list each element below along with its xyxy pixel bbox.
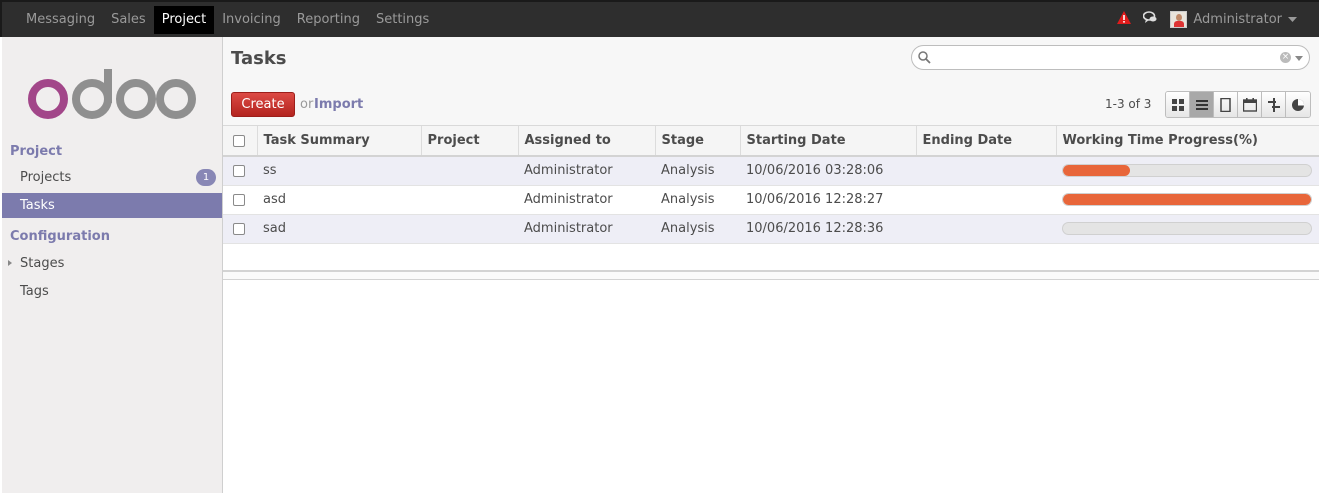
warning-icon[interactable] <box>1117 11 1132 28</box>
select-all-header <box>223 126 258 157</box>
section-project: Project <box>10 144 63 159</box>
sidebar-item-label: Tasks <box>20 198 55 213</box>
sidebar-item-label: Tags <box>20 284 49 299</box>
cell-stage: Analysis <box>655 156 740 186</box>
user-name: Administrator <box>1193 12 1282 27</box>
view-switcher <box>1165 91 1311 118</box>
caret-right-icon <box>8 260 12 266</box>
cell-progress <box>1056 156 1319 186</box>
cell-project <box>421 185 518 215</box>
search-icon <box>918 51 931 68</box>
list-view-button[interactable] <box>1190 92 1214 117</box>
sidebar-item-stages[interactable]: Stages <box>2 251 222 276</box>
menu-messaging[interactable]: Messaging <box>18 6 103 34</box>
column-header[interactable]: Stage <box>655 126 741 157</box>
cell-ending-date <box>916 156 1056 186</box>
top-menu: Messaging Sales Project Invoicing Report… <box>18 6 437 34</box>
form-icon <box>1219 97 1231 112</box>
progress-bar <box>1062 164 1312 178</box>
search-options-icon[interactable] <box>1295 56 1303 61</box>
column-header[interactable]: Working Time Progress(%) <box>1056 126 1319 157</box>
cell-assigned-to: Administrator <box>518 185 655 215</box>
user-menu[interactable]: Administrator <box>1170 11 1297 28</box>
menu-sales[interactable]: Sales <box>103 6 154 34</box>
menu-project[interactable]: Project <box>153 6 215 34</box>
table-row[interactable]: ss Administrator Analysis 10/06/2016 03:… <box>223 156 1319 186</box>
cell-progress <box>1056 185 1319 215</box>
table-footer <box>223 270 1319 280</box>
cell-starting-date: 10/06/2016 12:28:36 <box>740 214 916 244</box>
section-configuration: Configuration <box>10 229 110 244</box>
page-title: Tasks <box>231 48 287 69</box>
row-checkbox[interactable] <box>233 193 245 206</box>
table-header-row: Task Summary Project Assigned to Stage S… <box>223 126 1319 157</box>
cell-starting-date: 10/06/2016 12:28:27 <box>740 185 916 215</box>
column-header[interactable]: Ending Date <box>916 126 1057 157</box>
progress-fill <box>1063 165 1130 177</box>
left-sidebar: Project Projects 1 Tasks Configuration S… <box>2 37 223 493</box>
menu-reporting[interactable]: Reporting <box>289 6 368 34</box>
control-panel: Tasks × Create or Import 1-3 of 3 <box>223 37 1319 126</box>
topbar-right: Administrator <box>1117 2 1297 37</box>
column-header[interactable]: Starting Date <box>740 126 917 157</box>
progress-bar <box>1062 193 1312 206</box>
table-row[interactable]: asd Administrator Analysis 10/06/2016 12… <box>223 185 1319 215</box>
clear-search-icon[interactable]: × <box>1280 52 1291 63</box>
pager-value[interactable]: 1-3 of 3 <box>1105 97 1151 111</box>
cell-progress <box>1056 214 1319 244</box>
sidebar-item-label: Stages <box>20 256 65 271</box>
menu-invoicing[interactable]: Invoicing <box>214 6 289 34</box>
pie-chart-icon <box>1292 98 1304 111</box>
list-icon <box>1195 99 1208 110</box>
calendar-view-button[interactable] <box>1238 92 1262 117</box>
row-checkbox[interactable] <box>233 222 245 235</box>
cell-task-summary: sad <box>257 214 421 244</box>
cell-ending-date <box>916 185 1056 215</box>
form-view-button[interactable] <box>1214 92 1238 117</box>
cell-starting-date: 10/06/2016 03:28:06 <box>740 156 916 186</box>
gantt-icon <box>1267 97 1280 112</box>
cell-stage: Analysis <box>655 185 740 215</box>
top-navbar: Messaging Sales Project Invoicing Report… <box>0 0 1319 37</box>
cell-assigned-to: Administrator <box>518 156 655 186</box>
chevron-down-icon <box>1288 12 1297 27</box>
progress-bar <box>1062 222 1312 235</box>
odoo-logo[interactable] <box>28 69 198 123</box>
column-header[interactable]: Task Summary <box>257 126 422 157</box>
tasks-table: Task Summary Project Assigned to Stage S… <box>223 126 1319 244</box>
projects-count-badge: 1 <box>196 169 216 186</box>
cell-project <box>421 156 518 186</box>
menu-settings[interactable]: Settings <box>368 6 437 34</box>
search-input[interactable]: × <box>911 45 1310 70</box>
calendar-icon <box>1242 97 1257 112</box>
column-header[interactable]: Project <box>421 126 519 157</box>
cell-task-summary: ss <box>257 156 421 186</box>
avatar <box>1170 11 1188 28</box>
cell-task-summary: asd <box>257 185 421 215</box>
create-button[interactable]: Create <box>231 92 295 117</box>
kanban-icon <box>1171 98 1184 111</box>
chat-icon[interactable] <box>1143 11 1158 28</box>
gantt-view-button[interactable] <box>1262 92 1286 117</box>
row-checkbox[interactable] <box>233 164 245 177</box>
graph-view-button[interactable] <box>1286 92 1310 117</box>
sidebar-item-projects[interactable]: Projects 1 <box>2 165 222 190</box>
import-link[interactable]: Import <box>314 97 363 112</box>
kanban-view-button[interactable] <box>1166 92 1190 117</box>
sidebar-item-label: Projects <box>20 170 72 185</box>
table-row[interactable]: sad Administrator Analysis 10/06/2016 12… <box>223 214 1319 244</box>
or-label: or <box>300 97 314 112</box>
cell-assigned-to: Administrator <box>518 214 655 244</box>
column-header[interactable]: Assigned to <box>518 126 656 157</box>
cell-ending-date <box>916 214 1056 244</box>
sidebar-item-tasks[interactable]: Tasks <box>2 193 222 218</box>
cell-stage: Analysis <box>655 214 740 244</box>
cell-project <box>421 214 518 244</box>
progress-fill <box>1063 194 1311 205</box>
select-all-checkbox[interactable] <box>233 134 245 147</box>
sidebar-item-tags[interactable]: Tags <box>2 279 222 304</box>
